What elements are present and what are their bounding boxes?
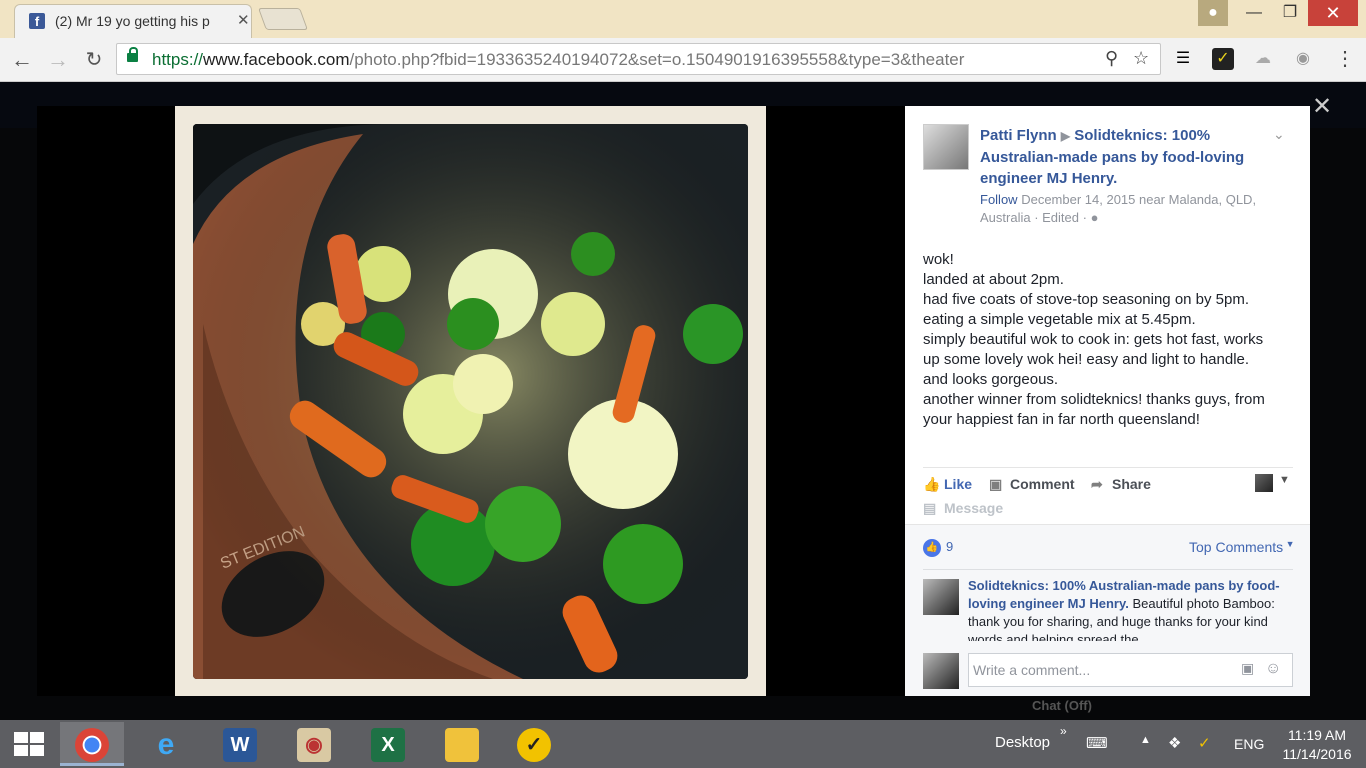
extension-circle-icon[interactable]: ◉ <box>1292 48 1314 70</box>
browser-toolbar: ← → ↻ https://www.facebook.com/photo.php… <box>0 38 1366 82</box>
tab-title: (2) Mr 19 yo getting his p <box>55 13 210 29</box>
post-actions: 👍 Like ▣ Comment ➦ Share ▤ Message ▼ <box>923 467 1293 527</box>
tray-expand-icon[interactable]: ▲ <box>1140 734 1151 746</box>
back-arrow-icon[interactable]: ← <box>8 46 36 74</box>
follow-link[interactable]: Follow <box>980 192 1018 207</box>
browser-tab[interactable]: f (2) Mr 19 yo getting his p ✕ <box>14 4 252 38</box>
secure-lock-icon <box>127 47 138 62</box>
menu-kebab-icon[interactable]: ⋮ <box>1334 48 1356 70</box>
tab-close-icon[interactable]: ✕ <box>237 11 250 29</box>
excel-taskbar-icon[interactable]: X <box>356 722 420 766</box>
author-avatar[interactable] <box>923 124 969 170</box>
post-meta: Follow December 14, 2015 near Malanda, Q… <box>980 191 1300 227</box>
address-bar[interactable]: https://www.facebook.com/photo.php?fbid=… <box>116 43 1161 75</box>
commenter-avatar[interactable] <box>923 579 959 615</box>
clock-time: 11:19 AM <box>1287 727 1347 743</box>
post-line: eating a simple vegetable mix at 5.45pm. <box>923 311 1196 328</box>
like-reaction-icon: 👍 <box>923 539 941 557</box>
thumbs-up-icon: 👍 <box>923 476 941 492</box>
camera-icon[interactable]: ▣ <box>1241 660 1254 677</box>
windows-start-icon[interactable] <box>14 732 46 756</box>
post-options-chevron-icon[interactable]: ⌄ <box>1273 126 1285 143</box>
comment-composer[interactable]: ▣ ☺ <box>968 653 1293 687</box>
theater-close-icon[interactable]: ✕ <box>1312 92 1332 121</box>
comment-button[interactable]: ▣ Comment <box>989 476 1075 493</box>
comment-item: Solidteknics: 100% Australian-made pans … <box>968 577 1288 641</box>
message-button[interactable]: ▤ Message <box>923 500 1003 517</box>
post-line: wok! <box>923 251 954 268</box>
file-explorer-taskbar-icon[interactable] <box>430 722 494 766</box>
post-line: simply beautiful wok to cook in: gets ho… <box>923 331 1264 348</box>
post-body: wok! landed at about 2pm. had five coats… <box>923 250 1295 430</box>
post-line: had five coats of stove-top seasoning on… <box>923 291 1250 308</box>
word-taskbar-icon[interactable]: W <box>208 722 272 766</box>
search-icon[interactable]: ⚲ <box>1105 48 1118 69</box>
top-comments-dropdown[interactable]: Top Comments ▼ <box>1189 539 1295 555</box>
caret-down-icon[interactable]: ▼ <box>1279 474 1290 486</box>
maximize-button[interactable]: ❐ <box>1268 0 1312 26</box>
globe-privacy-icon: ● <box>1090 210 1099 225</box>
forward-arrow-icon[interactable]: → <box>44 46 72 74</box>
post-header: Patti Flynn ▶ Solidteknics: 100% Austral… <box>980 125 1280 189</box>
like-count[interactable]: 9 <box>946 539 953 554</box>
close-window-button[interactable]: ✕ <box>1308 0 1358 26</box>
windows-taskbar: e W ◉ X ✓ Desktop » ⌨ ▲ ❖ ✓ ENG 11:19 AM… <box>0 720 1366 768</box>
chrome-taskbar-icon[interactable] <box>60 722 124 766</box>
post-line: and looks gorgeous. <box>923 371 1059 388</box>
bookmark-star-icon[interactable]: ☆ <box>1133 48 1149 69</box>
post-side-panel: Patti Flynn ▶ Solidteknics: 100% Austral… <box>905 106 1310 696</box>
layers-extension-icon[interactable]: ☰ <box>1172 48 1194 70</box>
share-arrow-icon: ➦ <box>1091 476 1103 492</box>
reload-icon[interactable]: ↻ <box>80 46 108 74</box>
share-button[interactable]: ➦ Share <box>1091 476 1151 493</box>
like-button[interactable]: 👍 Like <box>923 476 972 493</box>
paint-taskbar-icon[interactable]: ◉ <box>282 722 346 766</box>
my-avatar <box>923 653 959 689</box>
url-text[interactable]: https://www.facebook.com/photo.php?fbid=… <box>152 50 964 70</box>
norton-extension-icon[interactable]: ✓ <box>1212 48 1234 70</box>
post-line: up some lovely wok hei! easy and light t… <box>923 351 1250 368</box>
norton-tray-icon[interactable]: ✓ <box>1198 734 1211 752</box>
keyboard-icon[interactable]: ⌨ <box>1086 734 1108 752</box>
message-icon: ▤ <box>923 500 937 516</box>
post-date-location: December 14, 2015 near Malanda, QLD, Aus… <box>980 192 1257 225</box>
internet-explorer-taskbar-icon[interactable]: e <box>134 722 198 766</box>
comment-input[interactable] <box>973 660 1233 680</box>
norton-taskbar-icon[interactable]: ✓ <box>502 722 566 766</box>
post-line: your happiest fan in far north queenslan… <box>923 411 1200 428</box>
toolbar-chevron-icon[interactable]: » <box>1060 724 1067 738</box>
shared-to-arrow-icon: ▶ <box>1060 129 1071 143</box>
desktop-toolbar-label[interactable]: Desktop <box>995 734 1050 751</box>
dropbox-tray-icon[interactable]: ❖ <box>1168 734 1181 752</box>
user-profile-icon[interactable]: ● <box>1198 0 1228 26</box>
comment-bubble-icon: ▣ <box>989 476 1003 492</box>
clock[interactable]: 11:19 AM 11/14/2016 <box>1272 726 1362 764</box>
facebook-favicon-icon: f <box>29 13 45 29</box>
wok-vegetables-photo[interactable]: ST EDITION <box>193 124 748 679</box>
new-tab-button[interactable] <box>257 8 309 30</box>
browser-tabstrip: f (2) Mr 19 yo getting his p ✕ ● — ❐ ✕ <box>0 0 1366 38</box>
cloud-extension-icon[interactable]: ☁ <box>1252 48 1274 70</box>
viewer-avatar[interactable] <box>1255 474 1273 492</box>
reactions-section: 👍 9 Top Comments ▼ Solidteknics: 100% Au… <box>905 524 1310 696</box>
post-line: another winner from solidteknics! thanks… <box>923 391 1265 408</box>
emoji-icon[interactable]: ☺ <box>1265 660 1281 678</box>
language-indicator[interactable]: ENG <box>1234 736 1264 752</box>
divider <box>923 569 1293 570</box>
chat-status[interactable]: Chat (Off) <box>1032 698 1092 713</box>
clock-date: 11/14/2016 <box>1282 746 1352 762</box>
post-line: landed at about 2pm. <box>923 271 1064 288</box>
author-name-link[interactable]: Patti Flynn <box>980 127 1057 144</box>
